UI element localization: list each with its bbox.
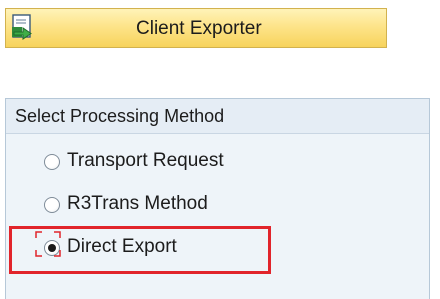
direct-export-highlight [9,226,271,274]
r3trans-method-label: R3Trans Method [67,193,208,214]
group-title: Select Processing Method [15,106,225,126]
option-transport-request[interactable]: Transport Request [39,149,339,179]
transport-request-radio[interactable] [44,154,60,170]
option-r3trans-method[interactable]: R3Trans Method [39,192,339,222]
r3trans-method-radio[interactable] [44,197,60,213]
group-header: Select Processing Method [6,99,429,134]
export-document-icon [10,14,36,42]
client-exporter-label: Client Exporter [136,18,262,39]
transport-request-label: Transport Request [67,150,224,171]
client-exporter-button[interactable]: Client Exporter [5,8,387,48]
